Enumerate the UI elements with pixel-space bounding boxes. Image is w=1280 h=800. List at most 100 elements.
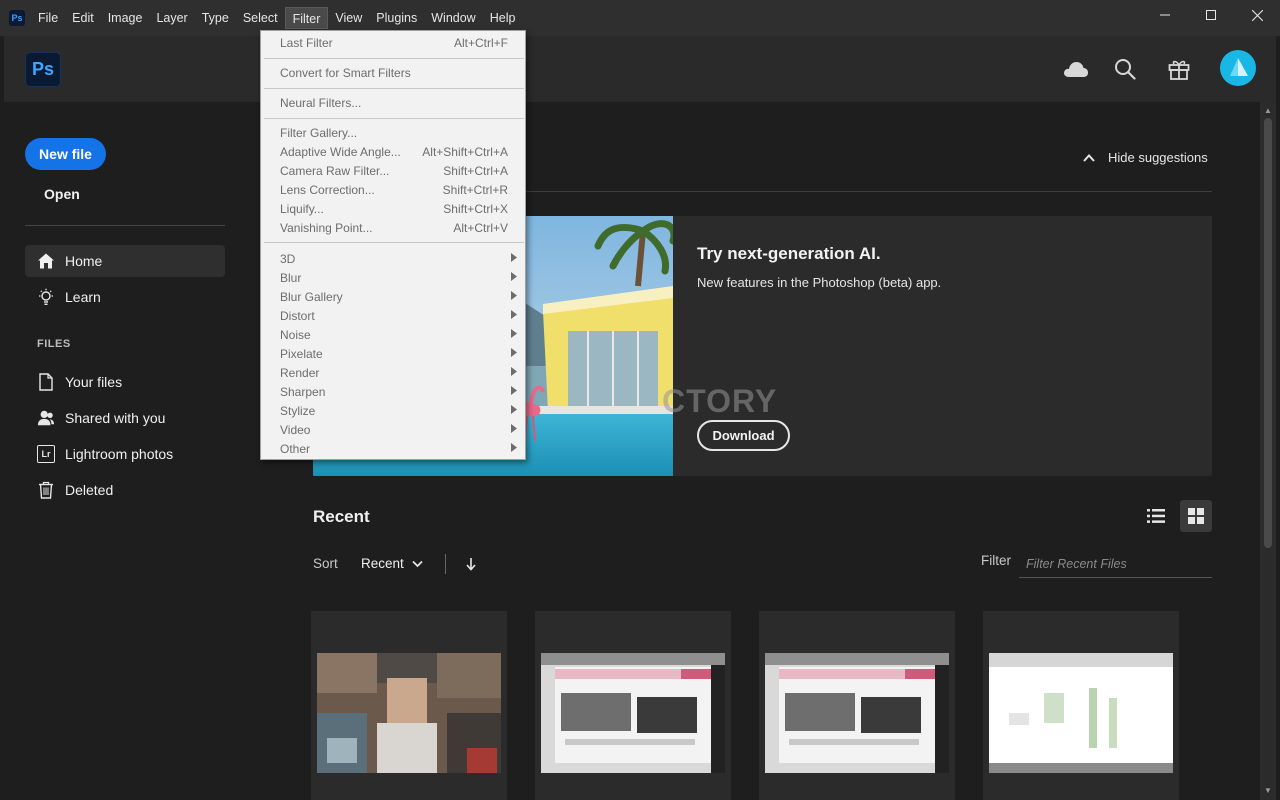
menu-item-noise[interactable]: Noise	[261, 326, 525, 345]
menu-item-blur[interactable]: Blur	[261, 269, 525, 288]
menu-item-neural-filters[interactable]: Neural Filters...	[261, 94, 525, 113]
menu-item-adaptive-wide-angle[interactable]: Adaptive Wide Angle... Alt+Shift+Ctrl+A	[261, 143, 525, 162]
sidebar-item-lightroom-photos[interactable]: Lr Lightroom photos	[25, 438, 225, 470]
scroll-up-arrow-icon[interactable]: ▲	[1264, 106, 1272, 115]
sidebar-item-label: Shared with you	[65, 410, 166, 426]
gift-icon[interactable]	[1166, 56, 1192, 82]
file-thumbnail	[541, 653, 725, 773]
file-icon	[37, 373, 55, 391]
home-icon	[37, 252, 55, 270]
submenu-arrow-icon	[511, 329, 517, 338]
menu-item-label: Stylize	[280, 404, 316, 418]
menu-item-distort[interactable]: Distort	[261, 307, 525, 326]
menu-item-label: Filter Gallery...	[280, 126, 358, 140]
menu-item-render[interactable]: Render	[261, 364, 525, 383]
recent-file-card[interactable]	[983, 611, 1179, 800]
menu-item-label: Camera Raw Filter...	[280, 164, 390, 178]
menu-item-liquify[interactable]: Liquify... Shift+Ctrl+X	[261, 200, 525, 219]
app-header: Ps	[4, 36, 1276, 102]
menu-item-shortcut: Shift+Ctrl+X	[443, 202, 508, 216]
user-avatar[interactable]	[1220, 50, 1256, 86]
menu-image[interactable]: Image	[101, 7, 150, 29]
menu-item-sharpen[interactable]: Sharpen	[261, 383, 525, 402]
sidebar-item-deleted[interactable]: Deleted	[25, 474, 225, 506]
menu-item-label: Render	[280, 366, 320, 380]
menu-item-other[interactable]: Other	[261, 440, 525, 459]
menu-item-last-filter[interactable]: Last Filter Alt+Ctrl+F	[261, 34, 525, 53]
main-scrollbar[interactable]: ▲ ▼	[1260, 102, 1276, 800]
file-thumbnail	[989, 653, 1173, 773]
menu-item-filter-gallery[interactable]: Filter Gallery...	[261, 124, 525, 143]
sort-label: Sort	[313, 556, 338, 571]
grid-view-button[interactable]	[1180, 500, 1212, 532]
menu-help[interactable]: Help	[483, 7, 523, 29]
maximize-button[interactable]	[1188, 0, 1234, 30]
sidebar-item-learn[interactable]: Learn	[25, 281, 225, 313]
scrollbar-thumb[interactable]	[1264, 118, 1272, 548]
menu-item-label: Last Filter	[280, 36, 333, 50]
sidebar-item-home[interactable]: Home	[25, 245, 225, 277]
menu-item-camera-raw-filter[interactable]: Camera Raw Filter... Shift+Ctrl+A	[261, 162, 525, 181]
menu-item-label: Other	[280, 442, 311, 456]
promo-title: Try next-generation AI.	[697, 244, 881, 263]
lightroom-badge: Lr	[37, 445, 55, 463]
menu-item-convert-for-smart-filters[interactable]: Convert for Smart Filters	[261, 64, 525, 83]
menu-select[interactable]: Select	[236, 7, 285, 29]
trash-icon	[37, 481, 55, 499]
menu-edit[interactable]: Edit	[65, 7, 101, 29]
sort-direction-arrow-icon[interactable]	[463, 555, 479, 573]
chevron-down-icon	[412, 560, 423, 567]
menu-item-pixelate[interactable]: Pixelate	[261, 345, 525, 364]
recent-file-card[interactable]	[535, 611, 731, 800]
sidebar-item-your-files[interactable]: Your files	[25, 366, 225, 398]
menu-item-blur-gallery[interactable]: Blur Gallery	[261, 288, 525, 307]
menu-plugins[interactable]: Plugins	[369, 7, 424, 29]
sidebar-item-shared-with-you[interactable]: Shared with you	[25, 402, 225, 434]
menu-window[interactable]: Window	[424, 7, 482, 29]
file-thumbnail	[765, 653, 949, 773]
sidebar-item-label: Home	[65, 253, 103, 269]
submenu-arrow-icon	[511, 310, 517, 319]
close-button[interactable]	[1234, 0, 1280, 30]
menu-item-label: Noise	[280, 328, 311, 342]
menu-item-video[interactable]: Video	[261, 421, 525, 440]
menu-item-label: Distort	[280, 309, 315, 323]
menu-layer[interactable]: Layer	[149, 7, 194, 29]
menu-item-lens-correction[interactable]: Lens Correction... Shift+Ctrl+R	[261, 181, 525, 200]
grid-view-icon	[1188, 508, 1204, 524]
menu-view[interactable]: View	[328, 7, 369, 29]
window-controls	[1142, 0, 1280, 30]
search-icon[interactable]	[1112, 56, 1138, 82]
hide-suggestions-label: Hide suggestions	[1108, 150, 1208, 165]
list-view-button[interactable]	[1140, 500, 1172, 532]
submenu-arrow-icon	[511, 424, 517, 433]
menu-item-3d[interactable]: 3D	[261, 250, 525, 269]
menu-item-vanishing-point[interactable]: Vanishing Point... Alt+Ctrl+V	[261, 219, 525, 238]
filter-recent-files-input[interactable]	[1019, 550, 1212, 578]
menu-separator	[264, 88, 524, 89]
users-icon	[37, 409, 55, 427]
minimize-button[interactable]	[1142, 0, 1188, 30]
recent-file-card[interactable]	[311, 611, 507, 800]
chevron-up-icon	[1083, 153, 1095, 162]
hide-suggestions-button[interactable]: Hide suggestions	[1082, 150, 1208, 165]
submenu-arrow-icon	[511, 348, 517, 357]
new-file-button[interactable]: New file	[25, 138, 106, 170]
photoshop-app-icon: Ps	[9, 10, 25, 26]
menu-file[interactable]: File	[31, 7, 65, 29]
menu-item-stylize[interactable]: Stylize	[261, 402, 525, 421]
submenu-arrow-icon	[511, 443, 517, 452]
scroll-down-arrow-icon[interactable]: ▼	[1264, 786, 1272, 795]
download-button[interactable]: Download	[697, 420, 790, 451]
open-button[interactable]: Open	[44, 186, 80, 202]
submenu-arrow-icon	[511, 253, 517, 262]
menu-filter[interactable]: Filter	[284, 7, 329, 29]
menu-item-shortcut: Alt+Ctrl+V	[453, 221, 508, 235]
recent-file-card[interactable]	[759, 611, 955, 800]
cloud-icon[interactable]	[1063, 56, 1089, 82]
filter-label: Filter	[981, 553, 1011, 568]
photoshop-logo[interactable]: Ps	[25, 52, 61, 87]
sort-dropdown[interactable]: Recent	[361, 556, 423, 571]
menu-type[interactable]: Type	[195, 7, 236, 29]
sidebar-item-label: Deleted	[65, 482, 114, 498]
